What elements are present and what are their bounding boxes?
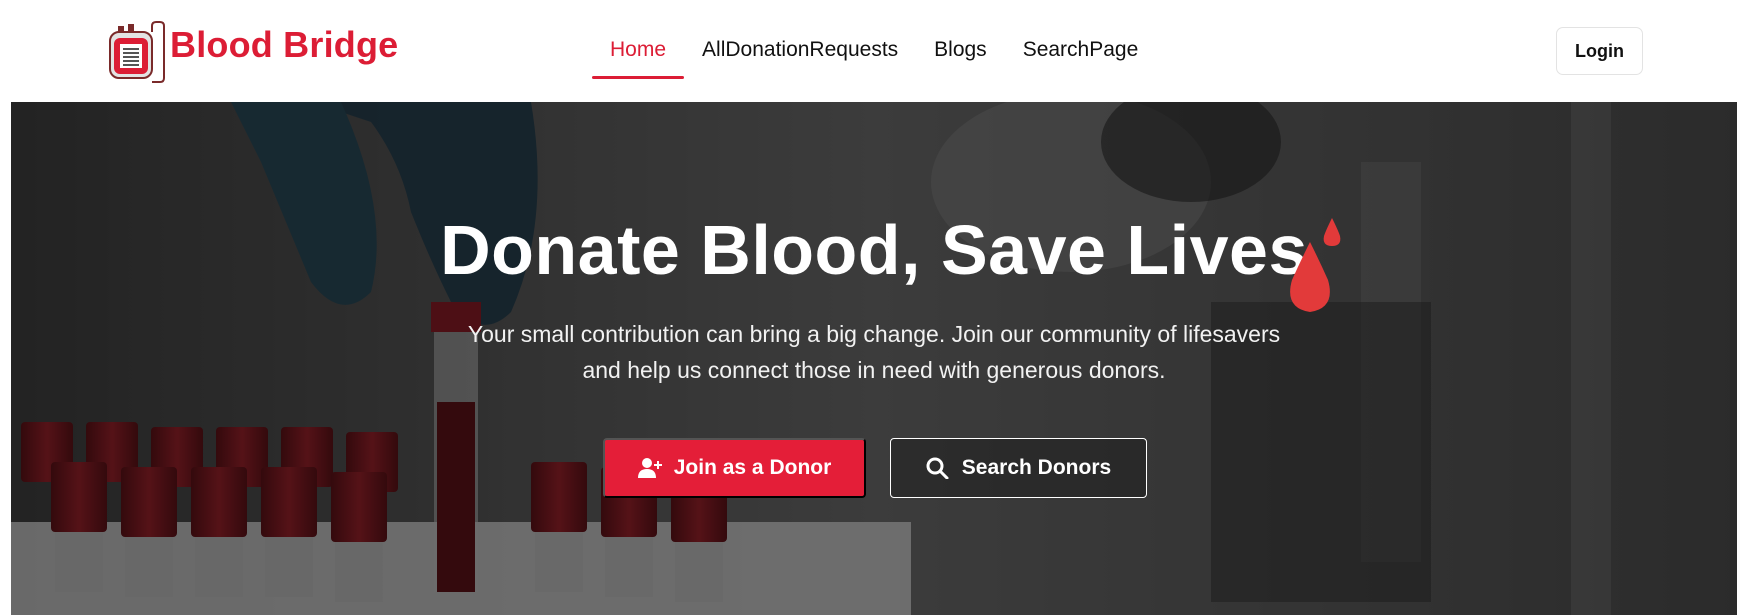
search-donors-button[interactable]: Search Donors xyxy=(890,438,1147,498)
main-nav: Home AllDonationRequests Blogs SearchPag… xyxy=(592,30,1157,79)
login-button[interactable]: Login xyxy=(1556,27,1643,75)
nav-item-blogs[interactable]: Blogs xyxy=(916,30,1005,70)
hero-subtitle-line-2: and help us connect those in need with g… xyxy=(582,357,1166,383)
blood-drop-icon xyxy=(1290,218,1341,312)
hero-subtitle-line-1: Your small contribution can bring a big … xyxy=(467,321,1281,347)
nav-item-all-donation-requests[interactable]: AllDonationRequests xyxy=(684,30,916,70)
nav-item-home[interactable]: Home xyxy=(592,30,685,79)
user-plus-icon xyxy=(637,458,662,478)
join-as-donor-label: Join as a Donor xyxy=(673,456,832,479)
nav-item-search-page[interactable]: SearchPage xyxy=(1005,30,1157,70)
search-donors-label: Search Donors xyxy=(961,456,1112,479)
hero-title: Donate Blood, Save Lives xyxy=(440,211,1308,289)
brand-name: Blood Bridge xyxy=(170,24,399,65)
blood-bag-icon xyxy=(109,21,165,83)
search-icon xyxy=(926,457,949,479)
hero-title-wrapper: Donate Blood, Save Lives xyxy=(11,210,1737,290)
navbar: Blood Bridge Home AllDonationRequests Bl… xyxy=(0,0,1737,102)
join-as-donor-button[interactable]: Join as a Donor xyxy=(603,438,866,498)
hero-section: Donate Blood, Save Lives Your small cont… xyxy=(11,102,1737,615)
brand-logo-link[interactable]: Blood Bridge xyxy=(106,20,398,84)
hero-subtitle: Your small contribution can bring a big … xyxy=(11,316,1737,388)
